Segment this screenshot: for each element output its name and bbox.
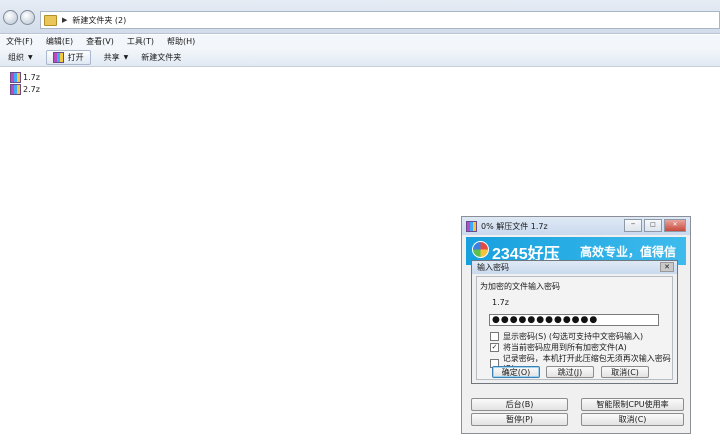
organize-button[interactable]: 组织 ▼ — [8, 52, 33, 63]
archive-icon — [10, 84, 21, 95]
file-item[interactable]: 2.7z — [10, 84, 40, 95]
show-password-checkbox[interactable]: 显示密码(S) (勾选可支持中文密码输入) — [490, 331, 643, 342]
cancel-extract-button[interactable]: 取消(C) — [581, 413, 684, 426]
file-name: 2.7z — [23, 85, 40, 94]
cpu-limit-button[interactable]: 智能限制CPU使用率 — [581, 398, 684, 411]
archive-icon — [10, 72, 21, 83]
close-icon[interactable]: ✕ — [664, 219, 686, 232]
archive-filename: 1.7z — [492, 298, 509, 307]
organize-label: 组织 — [8, 52, 24, 62]
skip-button[interactable]: 跳过(J) — [546, 366, 594, 378]
window-controls: ─ □ ✕ — [624, 219, 686, 232]
back-icon[interactable] — [3, 10, 18, 25]
checkbox-label: 将当前密码应用到所有加密文件(A) — [503, 343, 627, 352]
password-input[interactable]: ●●●●●●●●●●●● — [489, 314, 659, 326]
address-box[interactable]: ▶ 新建文件夹 (2) — [40, 11, 720, 29]
share-button[interactable]: 共享 ▼ — [104, 52, 129, 63]
file-item[interactable]: 1.7z — [10, 72, 40, 83]
open-label: 打开 — [67, 52, 84, 62]
new-folder-label: 新建文件夹 — [141, 52, 182, 62]
file-name: 1.7z — [23, 73, 40, 82]
forward-icon[interactable] — [20, 10, 35, 25]
checkbox-box[interactable] — [490, 332, 499, 341]
share-label: 共享 — [103, 52, 120, 62]
chevron-down-icon: ▼ — [28, 53, 33, 61]
breadcrumb-folder[interactable]: 新建文件夹 (2) — [72, 15, 126, 26]
menu-bar: 文件(F) 编辑(E) 查看(V) 工具(T) 帮助(H) — [0, 35, 720, 48]
minimize-icon[interactable]: ─ — [624, 219, 642, 232]
address-bar-area: ▶ 新建文件夹 (2) — [0, 0, 720, 34]
password-dialog-title: 输入密码 — [472, 261, 677, 274]
apply-all-checkbox[interactable]: ✓ 将当前密码应用到所有加密文件(A) — [490, 342, 627, 353]
checkbox-label: 显示密码(S) (勾选可支持中文密码输入) — [503, 332, 644, 341]
background-button[interactable]: 后台(B) — [471, 398, 568, 411]
menu-edit[interactable]: 编辑(E) — [46, 36, 73, 47]
open-button[interactable]: 打开 — [45, 49, 91, 65]
brand-logo-icon — [472, 241, 489, 258]
menu-view[interactable]: 查看(V) — [86, 36, 114, 47]
menu-help[interactable]: 帮助(H) — [167, 36, 195, 47]
menu-file[interactable]: 文件(F) — [6, 36, 33, 47]
archive-icon — [466, 220, 477, 232]
pause-button[interactable]: 暂停(P) — [471, 413, 568, 426]
password-dialog: 输入密码 ✕ 为加密的文件输入密码 1.7z ●●●●●●●●●●●● 显示密码… — [471, 260, 678, 384]
chevron-down-icon: ▼ — [123, 53, 129, 61]
command-toolbar: 组织 ▼ 打开 共享 ▼ 新建文件夹 — [0, 48, 720, 67]
ok-button[interactable]: 确定(O) — [492, 366, 540, 378]
folder-icon — [44, 14, 57, 26]
password-prompt: 为加密的文件输入密码 — [480, 282, 560, 291]
close-icon[interactable]: ✕ — [660, 262, 674, 272]
extract-title: 0% 解压文件 1.7z — [481, 221, 548, 231]
menu-tools[interactable]: 工具(T) — [127, 36, 154, 47]
cancel-button[interactable]: 取消(C) — [601, 366, 649, 378]
new-folder-button[interactable]: 新建文件夹 — [141, 52, 181, 63]
checkmark-icon[interactable]: ✓ — [490, 343, 499, 352]
breadcrumb-arrow-icon[interactable]: ▶ — [62, 16, 67, 24]
maximize-icon[interactable]: □ — [644, 219, 662, 232]
archive-icon — [52, 51, 64, 63]
